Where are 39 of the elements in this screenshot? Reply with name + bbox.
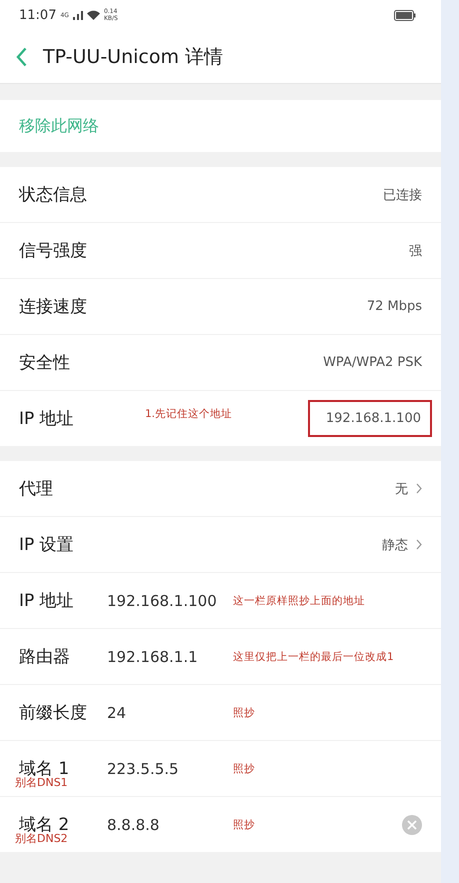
page-title: TP-UU-Unicom 详情 <box>43 44 224 70</box>
back-icon[interactable] <box>16 46 27 66</box>
row-label: 信号强度 <box>19 240 87 262</box>
row-label: IP 设置 <box>19 534 74 556</box>
input-field[interactable]: 192.168.1.1 <box>107 648 229 666</box>
select-value[interactable]: 静态 <box>382 536 408 554</box>
row-label: 状态信息 <box>19 184 87 206</box>
select-value[interactable]: 无 <box>395 480 408 498</box>
annotation-note: 这里仅把上一栏的最后一位改成1 <box>233 650 394 664</box>
input-field[interactable]: 24 <box>107 704 229 722</box>
row-label: 代理 <box>19 478 53 500</box>
annotation-note: 照抄 <box>233 762 255 776</box>
annotation-note: 这一栏原样照抄上面的地址 <box>233 594 365 608</box>
alias-note: 别名DNS2 <box>15 832 68 846</box>
row-label: 安全性 <box>19 352 70 374</box>
annotation-note: 1.先记住这个地址 <box>145 407 232 421</box>
input-field[interactable]: 8.8.8.8 <box>107 816 229 834</box>
row-value: WPA/WPA2 PSK <box>323 355 422 370</box>
row-value: 强 <box>409 242 422 260</box>
signal-icon <box>72 10 83 20</box>
battery-icon <box>394 10 416 20</box>
field-label: 路由器 <box>19 646 71 668</box>
input-field[interactable]: 192.168.1.100 <box>107 592 229 610</box>
chevron-right-icon <box>416 483 422 494</box>
row-value: 72 Mbps <box>366 299 422 314</box>
highlighted-value: 192.168.1.100 <box>308 400 432 437</box>
annotation-note: 照抄 <box>233 706 255 720</box>
input-field[interactable]: 223.5.5.5 <box>107 760 229 778</box>
field-label: 前缀长度 <box>19 702 88 724</box>
row-label: 连接速度 <box>19 296 87 318</box>
alias-note: 别名DNS1 <box>15 776 68 790</box>
row-label: IP 地址 <box>19 408 74 430</box>
chevron-right-icon <box>416 539 422 550</box>
wifi-icon <box>86 10 100 20</box>
row-value: 已连接 <box>383 186 422 204</box>
clear-icon[interactable] <box>402 814 422 834</box>
annotation-note: 照抄 <box>233 818 255 832</box>
status-time: 11:07 <box>19 8 56 22</box>
field-label: IP 地址 <box>19 590 75 612</box>
